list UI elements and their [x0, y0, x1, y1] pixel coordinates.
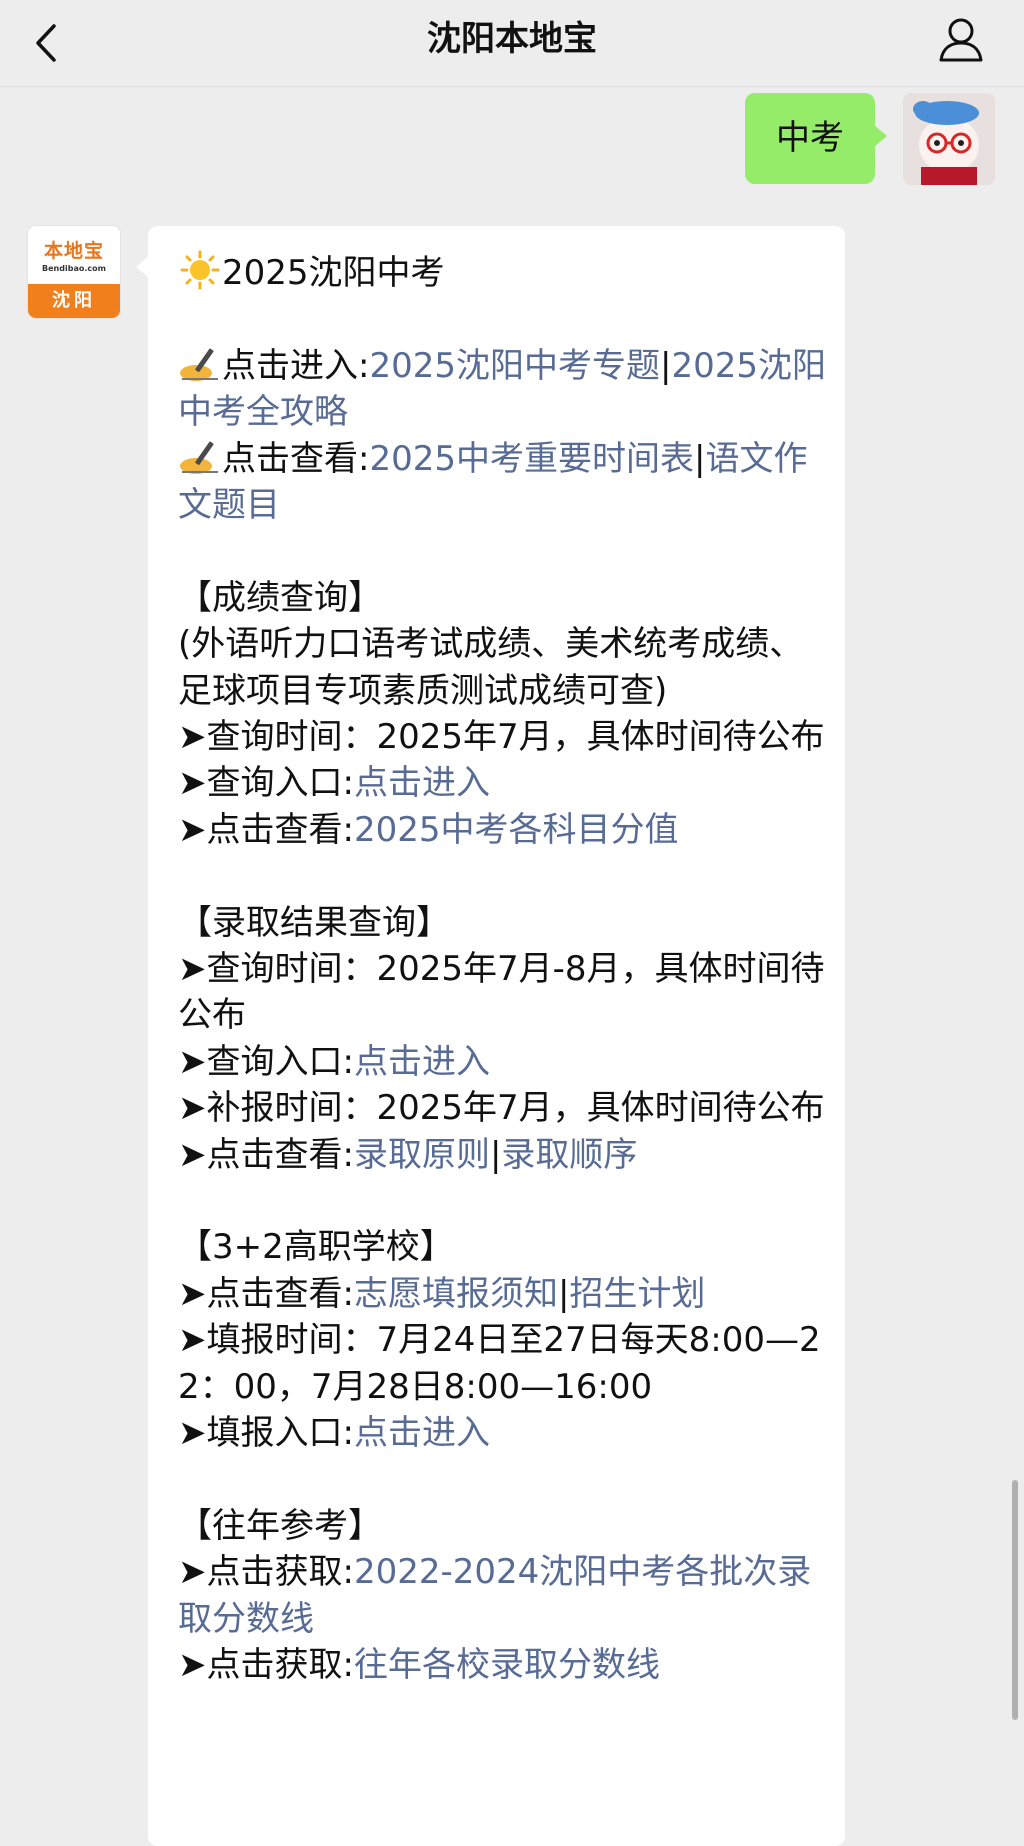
link-admission-order[interactable]: 录取顺序 — [501, 1135, 637, 1175]
scores-view-line: ➤点击查看:2025中考各科目分值 — [178, 809, 679, 850]
sun-icon — [178, 250, 222, 290]
admission-supplement-time: ➤补报时间：2025年7月，具体时间待公布 — [178, 1088, 825, 1129]
past-get-line-1: ➤点击获取:2022-2024沈阳中考各批次录取分数线 — [178, 1552, 812, 1639]
article-title-line: 2025沈阳中考 — [178, 250, 826, 296]
page-title: 沈阳本地宝 — [427, 19, 597, 59]
brand-city-label: 沈阳 — [28, 284, 120, 318]
reply-message-bubble: 2025沈阳中考 点击进入:2025沈阳中考专题|2025沈阳中考全攻略 点击查… — [136, 226, 845, 1846]
scores-entry-line: ➤查询入口:点击进入 — [178, 763, 490, 804]
view-line: 点击查看:2025中考重要时间表|语文作文题目 — [178, 436, 826, 529]
link-application-notice[interactable]: 志愿填报须知 — [354, 1274, 558, 1314]
link-scores-entry[interactable]: 点击进入 — [354, 763, 490, 803]
link-admission-principles[interactable]: 录取原则 — [354, 1135, 490, 1175]
vocational-entry-line: ➤填报入口:点击进入 — [178, 1413, 490, 1454]
section-heading-past: 【往年参考】 — [178, 1505, 382, 1546]
reply-content: 2025沈阳中考 点击进入:2025沈阳中考专题|2025沈阳中考全攻略 点击查… — [178, 250, 826, 1689]
admission-entry-line: ➤查询入口:点击进入 — [178, 1041, 490, 1082]
account-avatar[interactable]: 本地宝 Bendibao.com 沈阳 — [28, 226, 120, 318]
link-vocational-entry[interactable]: 点击进入 — [354, 1413, 490, 1453]
user-message-row: 中考 — [0, 90, 1024, 190]
brand-logo-text: 本地宝 — [43, 240, 104, 262]
link-2025-special-topic[interactable]: 2025沈阳中考专题 — [369, 346, 660, 386]
brand-logo-subtext: Bendibao.com — [42, 264, 106, 273]
user-avatar[interactable] — [903, 93, 995, 185]
back-icon[interactable] — [30, 18, 70, 68]
scores-note: (外语听力口语考试成绩、美术统考成绩、足球项目专项素质测试成绩可查) — [178, 624, 804, 711]
scores-query-time: ➤查询时间：2025年7月，具体时间待公布 — [178, 717, 825, 758]
link-key-timetable[interactable]: 2025中考重要时间表 — [369, 439, 694, 479]
section-heading-admission: 【录取结果查询】 — [178, 902, 450, 943]
section-heading-vocational: 【3+2高职学校】 — [178, 1227, 454, 1268]
user-profile-icon[interactable] — [936, 14, 986, 66]
article-title: 2025沈阳中考 — [222, 253, 445, 293]
writing-hand-icon — [178, 436, 222, 476]
vocational-fill-time: ➤填报时间：7月24日至27日每天8:00—22：00，7月28日8:00—16… — [178, 1320, 821, 1407]
admission-view-line: ➤点击查看:录取原则|录取顺序 — [178, 1134, 638, 1175]
link-school-cutoff-scores[interactable]: 往年各校录取分数线 — [354, 1645, 660, 1685]
writing-hand-icon — [178, 343, 222, 383]
link-admission-entry[interactable]: 点击进入 — [354, 1042, 490, 1082]
link-subject-scores[interactable]: 2025中考各科目分值 — [354, 810, 679, 850]
vocational-view-line: ➤点击查看:志愿填报须知|招生计划 — [178, 1273, 706, 1314]
nav-bar: 沈阳本地宝 — [0, 0, 1024, 87]
user-message-bubble[interactable]: 中考 — [745, 93, 887, 184]
section-heading-scores: 【成绩查询】 — [178, 577, 382, 618]
link-enrollment-plan[interactable]: 招生计划 — [569, 1274, 705, 1314]
scrollbar[interactable] — [1012, 1480, 1018, 1720]
admission-query-time: ➤查询时间：2025年7月-8月，具体时间待公布 — [178, 949, 825, 1036]
past-get-line-2: ➤点击获取:往年各校录取分数线 — [178, 1645, 660, 1686]
enter-line: 点击进入:2025沈阳中考专题|2025沈阳中考全攻略 — [178, 343, 826, 436]
